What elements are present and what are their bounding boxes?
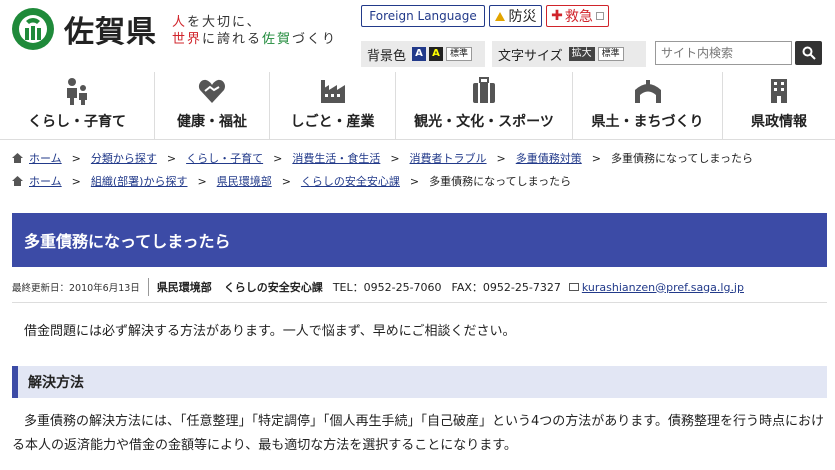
- tagline-word: に誇れる: [202, 32, 263, 47]
- breadcrumb-link[interactable]: ホーム: [29, 150, 62, 166]
- divider: [12, 302, 827, 303]
- email-link[interactable]: kurashianzen@pref.saga.lg.jp: [582, 281, 744, 294]
- breadcrumb-link[interactable]: 分類から探す: [91, 150, 157, 166]
- breadcrumb-current: 多重債務になってしまったら: [610, 152, 753, 165]
- font-enlarge-button[interactable]: 拡大: [568, 47, 595, 61]
- gnav-item-kensei[interactable]: 県政情報: [723, 72, 835, 140]
- breadcrumb-separator: >: [71, 174, 81, 188]
- breadcrumb-separator: >: [166, 151, 177, 165]
- font-standard-button[interactable]: 標準: [597, 47, 624, 61]
- breadcrumb-link[interactable]: 県民環境部: [217, 173, 272, 189]
- breadcrumb-separator: >: [591, 151, 601, 165]
- bg-blue-button[interactable]: A: [412, 47, 427, 61]
- gnav-item-kendo[interactable]: 県土・まちづくり: [573, 72, 723, 140]
- external-link-icon: [595, 12, 604, 20]
- global-nav: くらし・子育て 健康・福祉 しごと・産業 観光・文化・スポーツ 県土・まちづくり…: [0, 72, 835, 140]
- body-paragraph: 多重債務の解決方法には、「任意整理」「特定調停」「個人再生手続」「自己破産」とい…: [12, 414, 824, 453]
- heart-hands-icon: [198, 79, 226, 103]
- gnav-item-shigoto[interactable]: しごと・産業: [270, 72, 396, 140]
- gnav-label: 観光・文化・スポーツ: [414, 114, 554, 130]
- gnav-item-kenko[interactable]: 健康・福祉: [155, 72, 270, 140]
- page-meta: 最終更新日：2010年6月13日 県民環境部 くらしの安全安心課 TEL：095…: [12, 277, 744, 297]
- divider: [147, 278, 149, 296]
- factory-icon: [320, 80, 345, 103]
- foreign-language-button[interactable]: Foreign Language: [361, 5, 485, 27]
- warning-icon: [494, 11, 505, 21]
- disaster-prevention-label: 防災: [508, 9, 537, 25]
- foreign-language-label: Foreign Language: [369, 9, 477, 23]
- home-icon: [12, 153, 23, 163]
- tagline-word: づくり: [292, 32, 338, 47]
- breadcrumb-separator: >: [197, 174, 207, 188]
- bg-yellow-button[interactable]: A: [429, 47, 444, 61]
- site-name: 佐賀県: [64, 15, 157, 50]
- gnav-label: くらし・子育て: [28, 114, 126, 130]
- gnav-label: 健康・福祉: [177, 114, 247, 130]
- font-size-switcher: 文字サイズ 拡大 標準: [492, 41, 646, 67]
- gnav-label: 県土・まちづくり: [591, 114, 704, 130]
- page-title: 多重債務になってしまったら: [24, 232, 231, 251]
- site-search-input[interactable]: [655, 41, 792, 65]
- breadcrumb-link[interactable]: ホーム: [29, 173, 62, 189]
- search-button[interactable]: [795, 41, 822, 65]
- home-icon: [12, 176, 23, 186]
- disaster-prevention-button[interactable]: 防災: [489, 5, 542, 27]
- tagline-word: 佐賀: [262, 32, 293, 47]
- emergency-label: 救急: [564, 9, 593, 25]
- suitcase-icon: [473, 77, 495, 103]
- site-logo[interactable]: 佐賀県: [10, 6, 157, 52]
- breadcrumb-link[interactable]: 多重債務対策: [516, 150, 582, 166]
- breadcrumb: ホーム > 組織(部署)から探す > 県民環境部 > くらしの安全安心課 > 多…: [12, 173, 571, 189]
- cross-icon: ✚: [551, 8, 563, 24]
- breadcrumb-separator: >: [273, 151, 283, 165]
- breadcrumb-separator: >: [281, 174, 291, 188]
- search-icon: [802, 46, 816, 60]
- breadcrumb-separator: >: [390, 151, 400, 165]
- breadcrumb-link[interactable]: 組織(部署)から探す: [91, 173, 188, 189]
- breadcrumb-separator: >: [409, 174, 420, 188]
- breadcrumb-separator: >: [71, 151, 81, 165]
- gnav-label: しごと・産業: [290, 114, 375, 130]
- mail-icon: [568, 283, 579, 291]
- emergency-button[interactable]: ✚ 救急: [546, 5, 609, 27]
- page-title-bar: 多重債務になってしまったら: [12, 213, 827, 267]
- gnav-item-kanko[interactable]: 観光・文化・スポーツ: [396, 72, 573, 140]
- breadcrumb-link[interactable]: 消費生活・食生活: [292, 150, 380, 166]
- bg-color-label: 背景色: [367, 48, 407, 64]
- bg-standard-button[interactable]: 標準: [446, 47, 473, 61]
- section-heading: 解決方法: [28, 375, 84, 391]
- site-header: 佐賀県 人を大切に、 世界に誇れる佐賀づくり Foreign Language …: [0, 0, 835, 72]
- intro-paragraph: 借金問題には必ず解決する方法があります。一人で悩まず、早めにご相談ください。: [24, 324, 516, 339]
- phone-number: TEL：0952-25-7060: [332, 281, 442, 294]
- gnav-label: 県政情報: [751, 114, 807, 130]
- breadcrumb-separator: >: [496, 151, 506, 165]
- building-icon: [771, 79, 787, 103]
- fax-number: FAX：0952-25-7327: [451, 281, 561, 294]
- breadcrumb-link[interactable]: 消費者トラブル: [410, 150, 487, 166]
- tagline: 人を大切に、 世界に誇れる佐賀づくり: [172, 14, 337, 48]
- breadcrumb-link[interactable]: くらし・子育て: [186, 150, 263, 166]
- tagline-word: を大切に、: [187, 15, 262, 30]
- department-name: 県民環境部: [156, 281, 212, 294]
- gnav-item-kurashi[interactable]: くらし・子育て: [0, 72, 155, 140]
- family-icon: [67, 78, 87, 105]
- section-heading-bar: 解決方法: [12, 366, 827, 398]
- background-color-switcher: 背景色 A A 標準: [361, 41, 485, 67]
- font-size-label: 文字サイズ: [498, 48, 563, 64]
- bridge-icon: [634, 80, 661, 103]
- section-name: くらしの安全安心課: [223, 281, 323, 294]
- breadcrumb-current: 多重債務になってしまったら: [429, 175, 572, 188]
- saga-emblem-icon: [12, 8, 54, 50]
- tagline-word: 人: [172, 15, 188, 30]
- last-updated: 最終更新日：2010年6月13日: [12, 283, 140, 294]
- breadcrumb-link[interactable]: くらしの安全安心課: [301, 173, 400, 189]
- tagline-word: 世界: [172, 32, 203, 47]
- breadcrumb: ホーム > 分類から探す > くらし・子育て > 消費生活・食生活 > 消費者ト…: [12, 150, 753, 166]
